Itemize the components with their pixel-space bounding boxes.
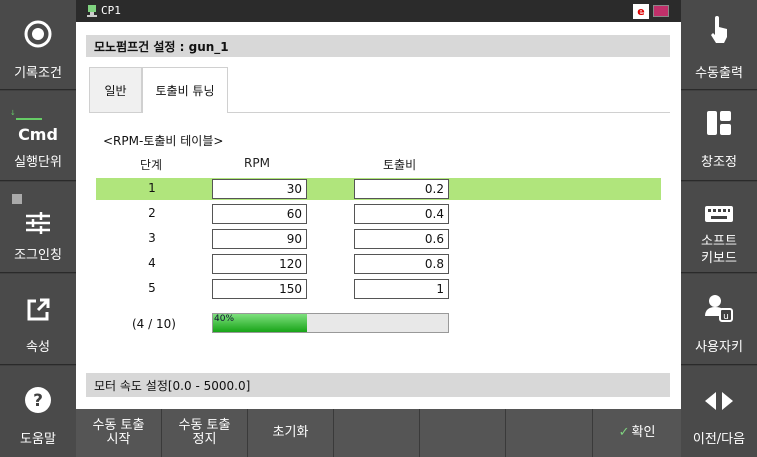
step-cell: 4 bbox=[148, 256, 156, 270]
ratio-input[interactable]: 0.2 bbox=[354, 179, 449, 199]
exec-unit-label: 실행단위 bbox=[14, 155, 62, 170]
prev-next-icon bbox=[705, 392, 733, 410]
tab-divider bbox=[228, 112, 670, 113]
jog-inching-button[interactable]: 조그인칭 bbox=[0, 182, 76, 273]
check-icon: ✓ bbox=[618, 425, 630, 440]
robot-status-icon bbox=[87, 5, 97, 17]
tab-ratio-tuning[interactable]: 토출비 튜닝 bbox=[142, 67, 228, 113]
header-rpm: RPM bbox=[244, 156, 270, 170]
table-row[interactable]: 2 60 0.4 bbox=[96, 203, 661, 225]
prev-next-button[interactable]: 이전/다음 bbox=[681, 366, 757, 457]
svg-text:?: ? bbox=[33, 391, 43, 411]
stop-manual-discharge-button[interactable]: 수동 토출 정지 bbox=[162, 409, 248, 457]
error-badge[interactable]: e bbox=[633, 4, 649, 19]
progress-count-label: (4 / 10) bbox=[132, 317, 176, 331]
exec-unit-button[interactable]: ↓ Cmd 실행단위 bbox=[0, 91, 76, 181]
cmd-label: Cmd bbox=[18, 125, 58, 144]
user-key-label: 사용자키 bbox=[695, 340, 743, 355]
soft-keyboard-label-2: 키보드 bbox=[701, 251, 737, 266]
help-icon: ? bbox=[25, 387, 51, 413]
start-manual-label-2: 시작 bbox=[106, 432, 131, 447]
empty-soft-button-4 bbox=[334, 409, 420, 457]
rpm-input[interactable]: 30 bbox=[212, 179, 307, 199]
hand-pointer-icon bbox=[711, 16, 727, 43]
user-key-button[interactable]: u 사용자키 bbox=[681, 274, 757, 365]
manual-output-label: 수동출력 bbox=[695, 66, 743, 81]
step-cell: 3 bbox=[148, 231, 156, 245]
stop-manual-label-1: 수동 토출 bbox=[178, 418, 231, 433]
properties-button[interactable]: 속성 bbox=[0, 274, 76, 365]
cp-label: CP1 bbox=[101, 4, 121, 17]
record-condition-button[interactable]: 기록조건 bbox=[0, 0, 76, 90]
svg-text:u: u bbox=[723, 312, 729, 322]
jog-inching-label: 조그인칭 bbox=[14, 248, 62, 263]
confirm-label: 확인 bbox=[631, 425, 656, 440]
record-condition-label: 기록조건 bbox=[14, 66, 62, 81]
start-manual-discharge-button[interactable]: 수동 토출 시작 bbox=[76, 409, 162, 457]
ratio-input[interactable]: 0.8 bbox=[354, 254, 449, 274]
left-panel: 기록조건 ↓ Cmd 실행단위 조그인칭 속성 ? 도움말 bbox=[0, 0, 76, 457]
table-section-label: <RPM-토출비 테이블> bbox=[103, 134, 224, 148]
rpm-input[interactable]: 150 bbox=[212, 279, 307, 299]
step-cell: 2 bbox=[148, 206, 156, 220]
svg-text:↓: ↓ bbox=[10, 109, 16, 117]
window-adjust-label: 창조정 bbox=[701, 155, 737, 170]
ratio-input[interactable]: 0.6 bbox=[354, 229, 449, 249]
window-adjust-button[interactable]: 창조정 bbox=[681, 91, 757, 181]
table-row[interactable]: 3 90 0.6 bbox=[96, 228, 661, 250]
user-key-icon: u bbox=[705, 295, 733, 322]
start-manual-label-1: 수동 토출 bbox=[92, 418, 145, 433]
properties-label: 속성 bbox=[26, 340, 50, 355]
jog-checkbox-icon bbox=[12, 194, 22, 204]
main-panel: 모노펌프건 설정 : gun_1 일반 토출비 튜닝 <RPM-토출비 테이블>… bbox=[76, 22, 681, 409]
status-bar: CP1 e bbox=[76, 0, 681, 22]
stop-manual-label-2: 정지 bbox=[192, 432, 217, 447]
help-button[interactable]: ? 도움말 bbox=[0, 366, 76, 457]
manual-output-button[interactable]: 수동출력 bbox=[681, 0, 757, 90]
language-flag-icon[interactable] bbox=[653, 5, 669, 17]
progress-bar: 40% bbox=[212, 313, 449, 333]
soft-keyboard-button[interactable]: 소프트 키보드 bbox=[681, 182, 757, 273]
empty-soft-button-6 bbox=[506, 409, 593, 457]
progress-percent-label: 40% bbox=[214, 314, 235, 324]
step-icon: ↓ bbox=[10, 109, 42, 120]
bottom-bar: 수동 토출 시작 수동 토출 정지 초기화 ✓ 확인 bbox=[76, 409, 681, 457]
external-link-icon bbox=[27, 298, 50, 321]
sliders-icon bbox=[26, 212, 50, 234]
empty-soft-button-5 bbox=[420, 409, 506, 457]
header-step: 단계 bbox=[140, 158, 163, 172]
rpm-input[interactable]: 120 bbox=[212, 254, 307, 274]
step-cell: 1 bbox=[148, 181, 156, 195]
motor-speed-hint: 모터 속도 설정[0.0 - 5000.0] bbox=[86, 373, 670, 397]
confirm-button[interactable]: ✓ 확인 bbox=[593, 409, 681, 457]
reset-button[interactable]: 초기화 bbox=[248, 409, 334, 457]
table-row[interactable]: 5 150 1 bbox=[96, 278, 661, 300]
step-cell: 5 bbox=[148, 281, 156, 295]
table-row[interactable]: 4 120 0.8 bbox=[96, 253, 661, 275]
rpm-input[interactable]: 60 bbox=[212, 204, 307, 224]
table-row[interactable]: 1 30 0.2 bbox=[96, 178, 661, 200]
tab-general[interactable]: 일반 bbox=[89, 67, 142, 113]
header-ratio: 토출비 bbox=[383, 158, 417, 172]
ratio-input[interactable]: 0.4 bbox=[354, 204, 449, 224]
record-icon bbox=[24, 20, 52, 48]
window-layout-icon bbox=[707, 111, 731, 135]
keyboard-icon bbox=[705, 206, 733, 222]
page-title: 모노펌프건 설정 : gun_1 bbox=[86, 35, 670, 57]
right-panel: 수동출력 창조정 소프트 키보드 u 사용자키 이전/다음 bbox=[681, 0, 757, 457]
prev-next-label: 이전/다음 bbox=[692, 432, 746, 447]
help-label: 도움말 bbox=[20, 432, 56, 447]
rpm-input[interactable]: 90 bbox=[212, 229, 307, 249]
ratio-input[interactable]: 1 bbox=[354, 279, 449, 299]
